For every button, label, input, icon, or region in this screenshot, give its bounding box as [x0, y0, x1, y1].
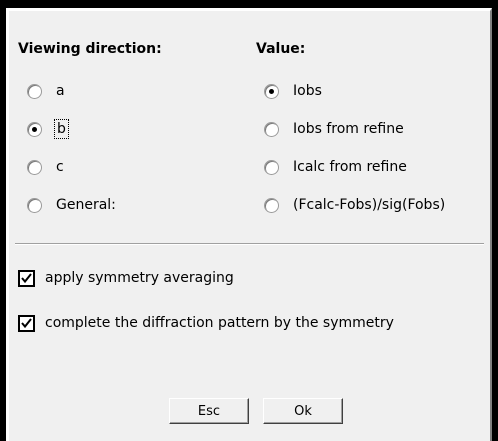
radio-button-icon[interactable]	[27, 197, 42, 213]
radio-direction-b-label: b	[54, 119, 69, 139]
radio-value-fcalc-fobs-label: (Fcalc-Fobs)/sig(Fobs)	[293, 197, 446, 213]
radio-direction-a[interactable]: a	[27, 81, 65, 101]
radio-value-iobs-refine[interactable]: Iobs from refine	[264, 119, 404, 139]
radio-direction-c[interactable]: c	[27, 157, 64, 177]
checkbox-complete-pattern[interactable]: complete the diffraction pattern by the …	[18, 312, 394, 334]
radio-direction-c-label: c	[56, 159, 64, 175]
radio-button-icon[interactable]	[264, 197, 279, 213]
radio-button-icon[interactable]	[27, 159, 42, 175]
radio-button-selected-icon[interactable]	[27, 121, 42, 137]
checkbox-complete-pattern-label: complete the diffraction pattern by the …	[45, 315, 394, 331]
radio-value-iobs[interactable]: Iobs	[264, 81, 322, 101]
radio-direction-a-label: a	[56, 83, 65, 99]
radio-button-icon[interactable]	[264, 159, 279, 175]
value-heading: Value:	[256, 41, 306, 57]
checkbox-checked-icon[interactable]	[18, 314, 35, 332]
ok-button[interactable]: Ok	[263, 398, 343, 424]
radio-value-iobs-label: Iobs	[293, 83, 322, 99]
radio-button-icon[interactable]	[264, 121, 279, 137]
radio-direction-general-label: General:	[56, 197, 116, 213]
checkbox-apply-symmetry[interactable]: apply symmetry averaging	[18, 267, 234, 289]
viewing-direction-heading: Viewing direction:	[18, 41, 162, 57]
radio-button-icon[interactable]	[27, 83, 42, 99]
radio-value-icalc-refine-label: Icalc from refine	[293, 159, 407, 175]
checkbox-checked-icon[interactable]	[18, 269, 35, 287]
radio-value-iobs-refine-label: Iobs from refine	[293, 121, 404, 137]
checkbox-apply-symmetry-label: apply symmetry averaging	[45, 270, 234, 286]
esc-button[interactable]: Esc	[169, 398, 249, 424]
radio-value-icalc-refine[interactable]: Icalc from refine	[264, 157, 407, 177]
separator	[15, 243, 484, 245]
radio-button-selected-icon[interactable]	[264, 83, 279, 99]
radio-direction-b[interactable]: b	[27, 119, 69, 139]
radio-value-fcalc-fobs[interactable]: (Fcalc-Fobs)/sig(Fobs)	[264, 195, 445, 215]
radio-direction-general[interactable]: General:	[27, 195, 116, 215]
diffraction-viewer-dialog: Viewing direction: Value: a b c General:…	[6, 8, 492, 441]
